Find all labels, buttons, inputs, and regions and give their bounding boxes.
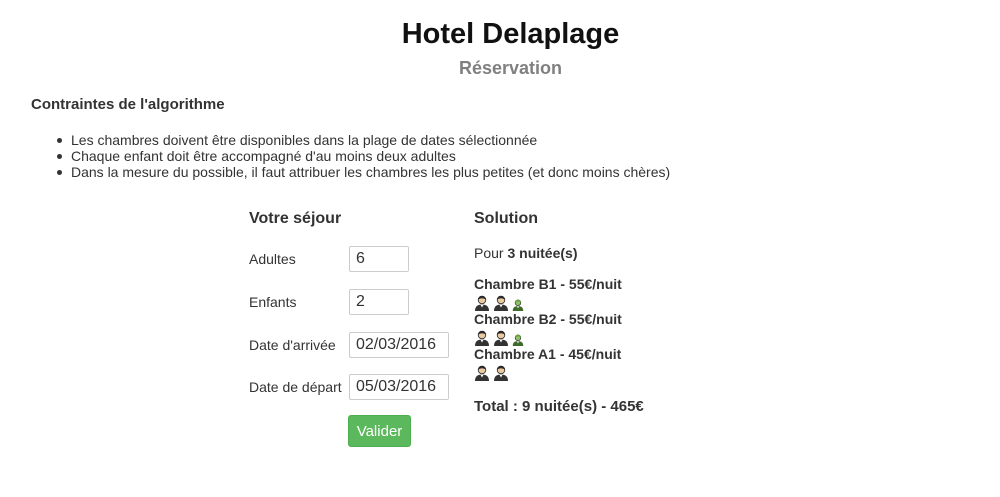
children-label: Enfants [249,294,297,310]
adult-person-icon [494,330,508,346]
child-person-icon [512,299,524,311]
constraint-item: Les chambres doivent être disponibles da… [56,132,670,148]
adult-person-icon [475,295,489,311]
adults-input[interactable] [349,246,409,272]
room-occupants [474,329,622,346]
room-entry: Chambre B1 - 55€/nuit [474,276,622,311]
hotel-title: Hotel Delaplage [401,18,620,50]
arrival-date-input[interactable] [349,332,449,358]
room-occupants [474,294,622,311]
submit-button[interactable]: Valider [348,415,411,447]
departure-date-input[interactable] [349,374,449,400]
nights-summary: Pour 3 nuitée(s) [474,245,577,261]
adult-person-icon [475,330,489,346]
room-entry: Chambre B2 - 55€/nuit [474,311,622,346]
adults-label: Adultes [249,251,296,267]
room-occupants [474,364,621,381]
adult-person-icon [494,365,508,381]
page-subtitle: Réservation [458,58,563,78]
nights-prefix: Pour [474,245,508,261]
constraints-heading: Contraintes de l'algorithme [31,96,225,113]
constraint-item: Chaque enfant doit être accompagné d'au … [56,148,670,164]
constraints-list: Les chambres doivent être disponibles da… [56,132,671,180]
room-title: Chambre A1 - 45€/nuit [474,346,622,362]
total-summary: Total : 9 nuitée(s) - 465€ [474,398,644,415]
arrival-date-label: Date d'arrivée [249,337,336,353]
constraint-item: Dans la mesure du possible, il faut attr… [56,164,671,180]
child-person-icon [512,334,524,346]
stay-form-heading: Votre séjour [249,210,342,227]
departure-date-label: Date de départ [249,379,342,395]
room-title: Chambre B1 - 55€/nuit [474,276,622,292]
adult-person-icon [475,365,489,381]
adult-person-icon [494,295,508,311]
room-entry: Chambre A1 - 45€/nuit [474,346,621,381]
children-input[interactable] [349,289,409,315]
room-title: Chambre B2 - 55€/nuit [474,311,622,327]
nights-count: 3 nuitée(s) [507,245,578,261]
solution-heading: Solution [474,210,538,227]
